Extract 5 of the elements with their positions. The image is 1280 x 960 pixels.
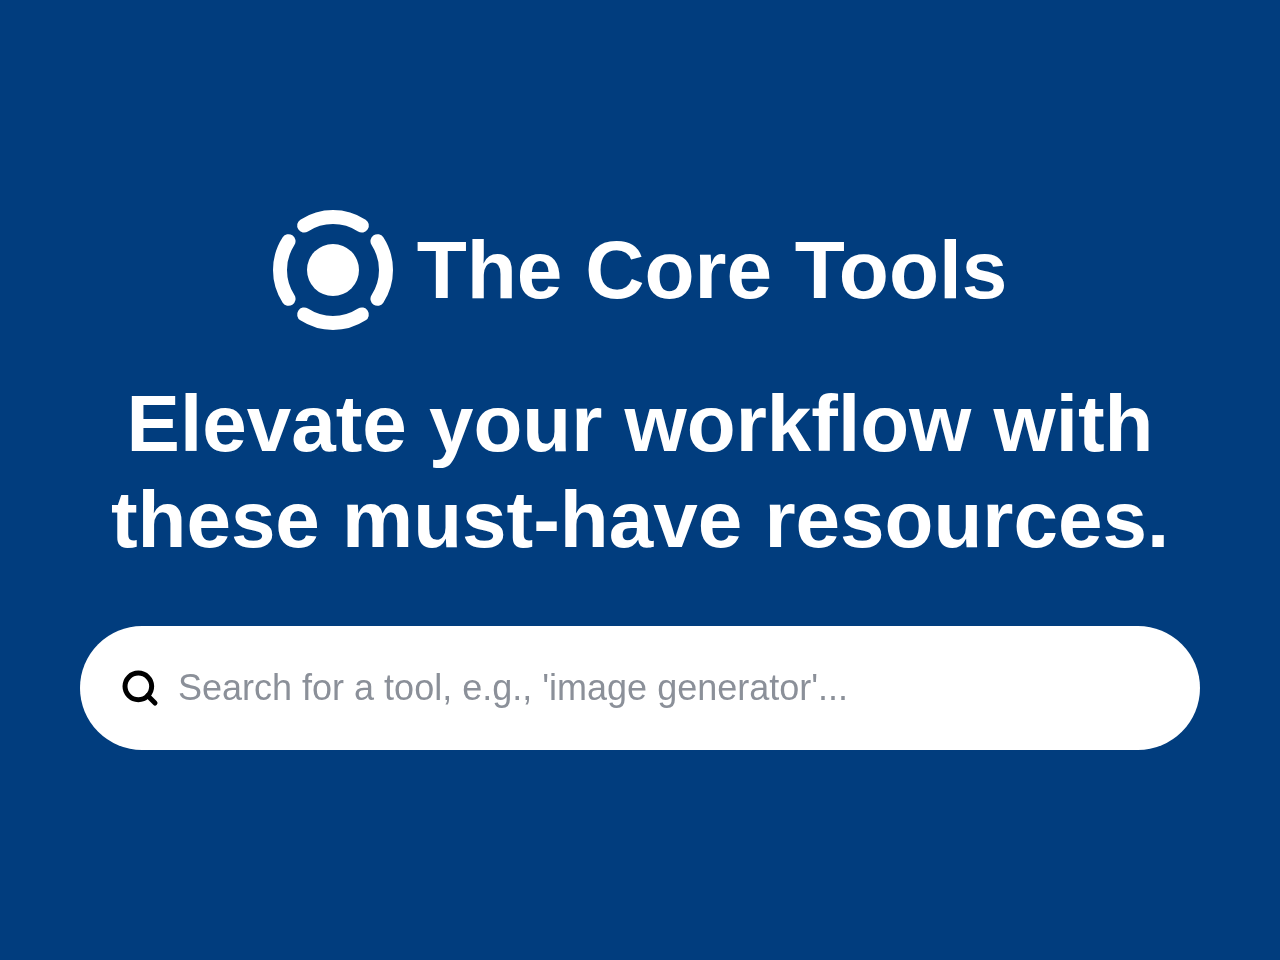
brand-name: The Core Tools	[416, 229, 1008, 311]
search-icon	[120, 668, 160, 708]
headline: Elevate your workflow with these must-have resources.	[109, 378, 1171, 566]
search-field[interactable]: Search for a tool, e.g., 'image generator'...	[80, 626, 1200, 750]
logo-icon	[272, 210, 393, 330]
